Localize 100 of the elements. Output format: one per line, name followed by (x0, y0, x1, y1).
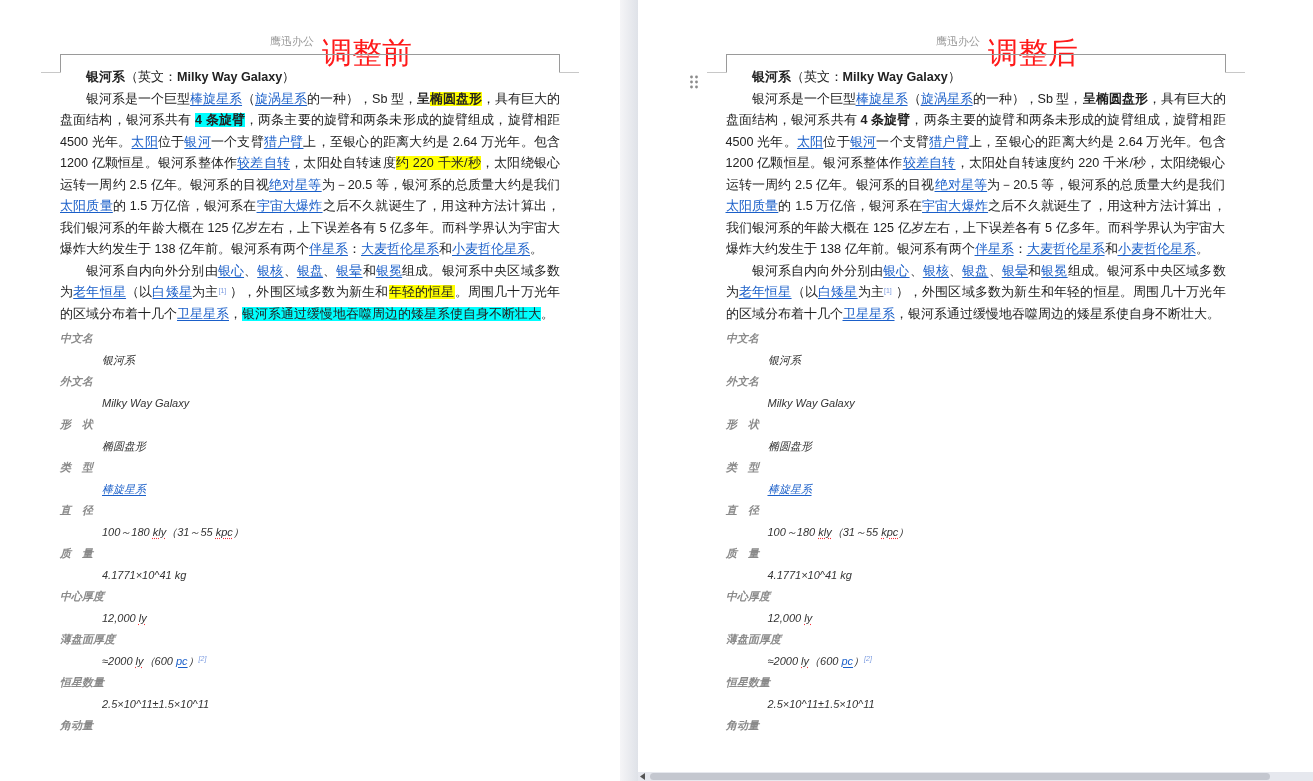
infobox-label: 薄盘面厚度 (60, 632, 118, 647)
infobox-value: 4.1771×10^41 kg (101, 567, 188, 583)
link[interactable]: 伴星系 (974, 242, 1014, 256)
link[interactable]: pc (175, 654, 188, 667)
link[interactable]: 宇宙大爆炸 (922, 199, 989, 213)
infobox-value: 椭圆盘形 (101, 438, 148, 454)
infobox-label: 质 量 (725, 546, 761, 561)
infobox-value: 4.1771×10^41 kg (766, 567, 853, 583)
body-paragraph: 银河系自内向外分别由银心、银核、银盘、银晕和银冕组成。银河系中央区域多数为老年恒星（以白矮星为主$^{[1]}$ ），外围区域多数为新生和年轻的恒星。周围几十万光年的区域分布着十几个卫星星系，银河系通过缓慢地吞噬周边的矮星系使自身不断壮大。 (60, 262, 560, 323)
link[interactable]: 旋涡星系 (920, 91, 973, 106)
infobox-label: 恒星数量 (60, 675, 106, 690)
link[interactable]: 小麦哲伦星系 (452, 242, 530, 256)
misspelled-word: kly (818, 525, 832, 538)
infobox-value: 100～180 kly（31～55 kpc） (766, 524, 911, 540)
link[interactable]: 较差自转 (902, 156, 956, 170)
infobox-label: 形 状 (60, 417, 95, 432)
infobox-label: 直 径 (725, 503, 761, 518)
link[interactable]: 老年恒星 (73, 285, 127, 299)
link[interactable]: 银河 (184, 134, 211, 149)
header-text: 鹰迅办公 (270, 34, 314, 48)
link[interactable]: 绝对星等 (269, 177, 322, 192)
link[interactable]: 棒旋星系 (102, 482, 146, 495)
link[interactable]: 棒旋星系 (855, 91, 908, 106)
horizontal-scrollbar[interactable] (650, 773, 1270, 780)
link[interactable]: 银心 (883, 263, 910, 278)
link[interactable]: 银晕 (1001, 263, 1029, 278)
link[interactable]: 银核 (922, 263, 950, 278)
infobox-label: 类 型 (725, 460, 761, 475)
misspelled-word: kly (152, 525, 167, 538)
link[interactable]: 白矮星 (818, 285, 858, 299)
infobox-value: 2.5×10^11±1.5×10^11 (766, 696, 876, 712)
link[interactable]: 棒旋星系 (767, 482, 812, 495)
infobox-value: 银河系 (766, 352, 803, 368)
link[interactable]: 猎户臂 (929, 134, 969, 149)
infobox-label: 中心厚度 (60, 589, 107, 604)
body-paragraph: 银河系（英文：Milky Way Galaxy） (750, 69, 962, 86)
link[interactable]: 大麦哲伦星系 (361, 242, 439, 256)
link[interactable]: 银心 (217, 263, 245, 278)
link[interactable]: 旋涡星系 (255, 91, 308, 106)
highlighted-text: 年轻的恒星 (388, 285, 455, 299)
link[interactable]: 银盘 (296, 263, 324, 278)
link[interactable]: pc (841, 654, 854, 667)
misspelled-word: ly (804, 611, 813, 624)
infobox-label: 中文名 (60, 331, 94, 346)
link[interactable]: 太阳质量 (725, 199, 779, 213)
infobox-label: 外文名 (725, 374, 760, 389)
infobox-value: Milky Way Galaxy (101, 395, 191, 411)
link[interactable]: 太阳 (131, 134, 158, 149)
misspelled-word: ly (801, 654, 810, 667)
infobox-label: 中心厚度 (725, 589, 773, 604)
infobox-label: 薄盘面厚度 (725, 632, 784, 647)
link[interactable]: 卫星星系 (842, 306, 895, 321)
link[interactable]: 银冕 (1041, 263, 1068, 278)
link[interactable]: 银盘 (962, 263, 989, 278)
link[interactable]: 银晕 (336, 263, 363, 278)
link[interactable]: 宇宙大爆炸 (256, 199, 323, 213)
link[interactable]: 小麦哲伦星系 (1117, 242, 1196, 256)
infobox-value: ≈2000 ly（600 pc）$^{[2]}$ (766, 653, 873, 669)
infobox-label: 恒星数量 (725, 675, 772, 690)
infobox-label: 类 型 (60, 460, 95, 475)
infobox-label: 形 状 (725, 417, 761, 432)
highlighted-text: 椭圆盘形 (430, 91, 483, 106)
drag-handle-icon[interactable] (689, 75, 698, 89)
link[interactable]: 白矮星 (152, 285, 193, 299)
link[interactable]: 银冕 (375, 263, 403, 278)
highlighted-text: 银河系通过缓慢地吞噬周边的矮星系使自身不断壮大 (242, 306, 541, 321)
body-paragraph: 银河系自内向外分别由银心、银核、银盘、银晕和银冕组成。银河系中央区域多数为老年恒星（以白矮星为主$^{[1]}$ ），外围区域多数为新生和年轻的恒星。周围几十万光年的区域分布着十几个卫星星系，银河系通过缓慢地吞噬周边的矮星系使自身不断壮大。 (725, 262, 1226, 323)
link[interactable]: 银核 (257, 263, 284, 278)
infobox-label: 外文名 (60, 374, 94, 389)
highlighted-text: 4 条旋臂 (194, 113, 245, 127)
infobox-value: 银河系 (101, 352, 137, 368)
link[interactable]: 较差自转 (237, 156, 291, 170)
link[interactable]: 太阳 (796, 134, 824, 149)
annotation-label: 调整前 (322, 36, 412, 70)
misspelled-word: kpc (881, 525, 899, 538)
infobox-label: 直 径 (60, 503, 95, 518)
link[interactable]: 银河 (849, 134, 877, 149)
body-paragraph: 银河系（英文：Milky Way Galaxy） (85, 69, 297, 86)
link[interactable]: 猎户臂 (263, 134, 304, 149)
link[interactable]: 卫星星系 (177, 306, 229, 321)
infobox-value: 椭圆盘形 (766, 438, 814, 454)
header-text: 鹰迅办公 (935, 34, 980, 48)
infobox-value: ≈2000 ly（600 pc）$^{[2]}$ (101, 653, 208, 669)
link[interactable]: 老年恒星 (738, 285, 792, 299)
link[interactable]: 棒旋星系 (190, 91, 243, 106)
annotation-label: 调整后 (987, 36, 1078, 70)
misspelled-word: ly (135, 654, 144, 667)
infobox-value: 2.5×10^11±1.5×10^11 (101, 696, 211, 712)
link[interactable]: 伴星系 (309, 242, 348, 256)
infobox-value: Milky Way Galaxy (766, 395, 856, 411)
infobox-value: 12,000 ly (101, 610, 148, 626)
infobox-label: 角动量 (60, 718, 95, 733)
infobox-label: 中文名 (725, 331, 760, 346)
body-paragraph: 银河系是一个巨型棒旋星系（旋涡星系的一种），Sb 型，呈椭圆盘形，具有巨大的盘面结构，银河系共有 4 条旋臂，两条主要的旋臂和两条未形成的旋臂组成，旋臂相距 4500 光年。太阳位于银河一个支臂猎户臂上，至银心的距离大约是 2.64 万光年。包含 1200 亿颗恒星。银河系整体作较差自转，太阳处自转速度约 220 千米/秒，太阳绕银心运转一周约 2.5 亿年。银河系的目视绝对星等为－20.5 等，银河系的总质量大约是我们 太阳质量的 1.5 万亿倍，银河系在宇宙大爆炸之后不久就诞生了，用这种方法计算出，我们银河系的年龄大概在 125 亿岁左右，上下误差各有 5 亿多年。而科学界认为宇宙大爆炸大约发生于 138 亿年前。银河系有两个伴星系：大麦哲伦星系和小麦哲伦星系。 (725, 90, 1226, 258)
infobox-label: 角动量 (725, 718, 761, 733)
link[interactable]: 绝对星等 (934, 177, 988, 192)
link[interactable]: 大麦哲伦星系 (1026, 242, 1105, 256)
scroll-left-icon[interactable] (640, 773, 646, 780)
misspelled-word: ly (138, 611, 147, 624)
link[interactable]: 太阳质量 (60, 199, 113, 213)
